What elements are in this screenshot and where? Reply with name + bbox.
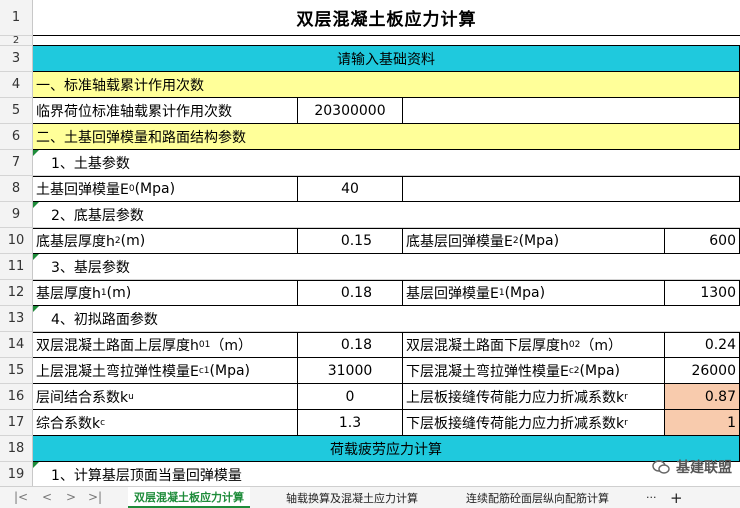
row-9: 9 2、底基层参数 (0, 202, 740, 228)
comment-marker-icon (33, 150, 39, 156)
row-15: 15 上层混凝土弯拉弹性模量E c1 (Mpa) 31000 下层混凝土弯拉弹性模量… (0, 358, 740, 384)
first-sheet-nav[interactable]: |< (14, 490, 28, 504)
empty-cell[interactable] (33, 36, 740, 46)
value-cell[interactable]: 600 (665, 228, 740, 254)
label-cell[interactable]: 下层板接缝传荷能力应力折减系数k r (403, 410, 665, 436)
row-10: 10 底基层厚度h 2 (m) 0.15 底基层回弹模量E 2 (Mpa) 600 (0, 228, 740, 254)
label-cell[interactable]: 上层板接缝传荷能力应力折减系数k r (403, 384, 665, 410)
subsection-heading[interactable]: 3、基层参数 (33, 254, 740, 280)
sheet-title[interactable]: 双层混凝土板应力计算 (33, 0, 740, 36)
row-header[interactable]: 10 (0, 228, 33, 254)
row-7: 7 1、土基参数 (0, 150, 740, 176)
row-header[interactable]: 15 (0, 358, 33, 384)
empty-cell[interactable] (403, 176, 740, 202)
sheet-tab-bar: |< < > >| 双层混凝土板应力计算 轴载换算及混凝土应力计算 连续配筋砼面… (0, 486, 740, 508)
row-13: 13 4、初拟路面参数 (0, 306, 740, 332)
label-cell[interactable]: 基层厚度h 1 (m) (33, 280, 298, 306)
row-18: 18 荷载疲劳应力计算 (0, 436, 740, 462)
tab-crcp-reinforcement[interactable]: 连续配筋砼面层纵向配筋计算 (460, 487, 615, 508)
row-3: 3 请输入基础资料 (0, 46, 740, 72)
label-cell[interactable]: 下层混凝土弯拉弹性模量E c2 (Mpa) (403, 358, 665, 384)
add-sheet-button[interactable]: + (664, 487, 689, 508)
row-header[interactable]: 19 (0, 462, 33, 486)
value-cell[interactable]: 0.15 (298, 228, 403, 254)
label-cell[interactable]: 双层混凝土路面上层厚度h 01 （m） (33, 332, 298, 358)
row-2: 2 (0, 35, 740, 46)
value-cell[interactable]: 1300 (665, 280, 740, 306)
empty-cell[interactable] (403, 98, 740, 124)
subsection-heading[interactable]: 2、底基层参数 (33, 202, 740, 228)
row-19: 19 1、计算基层顶面当量回弹模量 (0, 462, 740, 486)
subsection-heading[interactable]: 4、初拟路面参数 (33, 306, 740, 332)
input-section-header[interactable]: 请输入基础资料 (33, 46, 740, 72)
row-11: 11 3、基层参数 (0, 254, 740, 280)
label-cell[interactable]: 综合系数k c (33, 410, 298, 436)
watermark: 基建联盟 (652, 457, 732, 477)
value-cell[interactable]: 1.3 (298, 410, 403, 436)
row-header[interactable]: 3 (0, 46, 33, 72)
row-header[interactable]: 12 (0, 280, 33, 306)
row-header[interactable]: 16 (0, 384, 33, 410)
row-14: 14 双层混凝土路面上层厚度h 01 （m） 0.18 双层混凝土路面下层厚度h 02… (0, 332, 740, 358)
row-6: 6 二、土基回弹模量和路面结构参数 (0, 124, 740, 150)
row-header[interactable]: 8 (0, 176, 33, 202)
value-cell[interactable]: 20300000 (298, 98, 403, 124)
row-1: 1 双层混凝土板应力计算 (0, 0, 740, 36)
comment-marker-icon (33, 306, 39, 312)
next-sheet-nav[interactable]: > (66, 490, 76, 504)
row-header[interactable]: 5 (0, 98, 33, 124)
value-cell[interactable]: 40 (298, 176, 403, 202)
load-fatigue-header[interactable]: 荷载疲劳应力计算 (33, 436, 740, 462)
comment-marker-icon (33, 202, 39, 208)
tab-axle-load-conversion[interactable]: 轴载换算及混凝土应力计算 (280, 487, 424, 508)
label-cell[interactable]: 底基层回弹模量E 2 (Mpa) (403, 228, 665, 254)
row-header[interactable]: 4 (0, 72, 33, 98)
wechat-logo-icon (652, 460, 670, 474)
row-header[interactable]: 11 (0, 254, 33, 280)
row-5: 5 临界荷位标准轴载累计作用次数 20300000 (0, 98, 740, 124)
row-header[interactable]: 6 (0, 124, 33, 150)
value-cell[interactable]: 1 (665, 410, 740, 436)
row-17: 17 综合系数k c 1.3 下层板接缝传荷能力应力折减系数k r 1 (0, 410, 740, 436)
row-12: 12 基层厚度h 1 (m) 0.18 基层回弹模量E 1 (Mpa) 1300 (0, 280, 740, 306)
row-4: 4 一、标准轴载累计作用次数 (0, 72, 740, 98)
label-cell[interactable]: 底基层厚度h 2 (m) (33, 228, 298, 254)
last-sheet-nav[interactable]: >| (88, 490, 102, 504)
label-cell[interactable]: 临界荷位标准轴载累计作用次数 (33, 98, 298, 124)
prev-sheet-nav[interactable]: < (42, 490, 52, 504)
row-header[interactable]: 2 (0, 35, 33, 46)
row-header[interactable]: 17 (0, 410, 33, 436)
tab-double-layer-stress[interactable]: 双层混凝土板应力计算 (128, 487, 250, 508)
section-heading[interactable]: 一、标准轴载累计作用次数 (33, 72, 740, 98)
spreadsheet-grid: 1 双层混凝土板应力计算 2 3 请输入基础资料 4 一、标准轴载累计作用次数 … (0, 0, 740, 486)
value-cell[interactable]: 0.24 (665, 332, 740, 358)
subsection-heading[interactable]: 1、计算基层顶面当量回弹模量 (33, 462, 740, 486)
row-header[interactable]: 14 (0, 332, 33, 358)
label-cell[interactable]: 层间结合系数k u (33, 384, 298, 410)
section-heading[interactable]: 二、土基回弹模量和路面结构参数 (33, 124, 740, 150)
subsection-heading[interactable]: 1、土基参数 (33, 150, 740, 176)
row-16: 16 层间结合系数k u 0 上层板接缝传荷能力应力折减系数k r 0.87 (0, 384, 740, 410)
row-8: 8 土基回弹模量E 0 (Mpa) 40 (0, 176, 740, 202)
comment-marker-icon (33, 254, 39, 260)
comment-marker-icon (33, 462, 39, 468)
label-cell[interactable]: 基层回弹模量E 1 (Mpa) (403, 280, 665, 306)
watermark-text: 基建联盟 (676, 460, 732, 476)
label-cell[interactable]: 上层混凝土弯拉弹性模量E c1 (Mpa) (33, 358, 298, 384)
more-tabs-button[interactable]: ··· (640, 487, 663, 508)
value-cell[interactable]: 31000 (298, 358, 403, 384)
row-header[interactable]: 18 (0, 436, 33, 462)
row-header[interactable]: 9 (0, 202, 33, 228)
value-cell[interactable]: 0.18 (298, 280, 403, 306)
label-cell[interactable]: 土基回弹模量E 0 (Mpa) (33, 176, 298, 202)
value-cell[interactable]: 0.87 (665, 384, 740, 410)
value-cell[interactable]: 0.18 (298, 332, 403, 358)
value-cell[interactable]: 0 (298, 384, 403, 410)
row-header[interactable]: 13 (0, 306, 33, 332)
row-header[interactable]: 7 (0, 150, 33, 176)
label-cell[interactable]: 双层混凝土路面下层厚度h 02 （m） (403, 332, 665, 358)
row-header[interactable]: 1 (0, 0, 33, 36)
value-cell[interactable]: 26000 (665, 358, 740, 384)
